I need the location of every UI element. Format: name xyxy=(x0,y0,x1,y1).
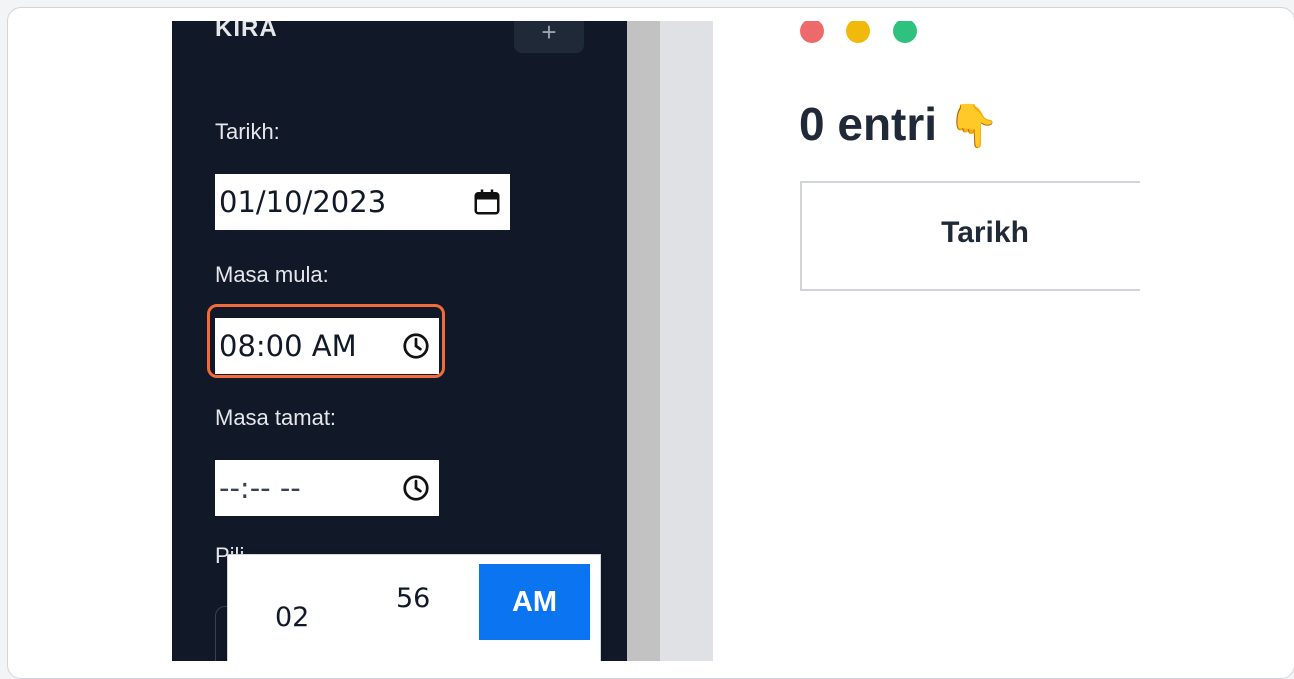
time-picker-dropdown: 02 56 57 AM PM xyxy=(227,554,601,661)
window-controls xyxy=(800,21,935,48)
clock-icon[interactable] xyxy=(401,331,431,361)
entries-count: 0 entri xyxy=(799,98,938,150)
date-input[interactable]: 01/10/2023 xyxy=(215,174,510,230)
plus-icon: + xyxy=(541,21,557,47)
entries-heading: 0 entri 👇 xyxy=(799,97,999,151)
start-time-input[interactable]: 08:00 AM xyxy=(215,318,439,374)
clock-icon[interactable] xyxy=(401,473,431,503)
sidebar: KIRA + Tarikh: 01/10/2023 Masa mula: 08:… xyxy=(172,21,627,661)
start-time-value: 08:00 AM xyxy=(219,329,357,363)
red-dot-icon xyxy=(800,21,824,43)
pointing-down-icon: 👇 xyxy=(947,102,1000,149)
minute-option[interactable]: 56 xyxy=(396,583,430,614)
hour-option[interactable]: 02 xyxy=(275,602,309,633)
date-value: 01/10/2023 xyxy=(219,185,387,219)
scrollbar-track[interactable] xyxy=(627,21,660,661)
app-viewport: KIRA + Tarikh: 01/10/2023 Masa mula: 08:… xyxy=(172,21,1292,661)
add-button[interactable]: + xyxy=(514,21,584,53)
start-time-label: Masa mula: xyxy=(215,262,329,287)
end-time-label: Masa tamat: xyxy=(215,405,337,430)
panel-divider xyxy=(660,21,713,661)
period-option-selected[interactable]: AM xyxy=(479,564,590,640)
calendar-icon[interactable] xyxy=(472,187,502,217)
end-time-input[interactable]: --:-- -- xyxy=(215,460,439,516)
table-header-date[interactable]: Tarikh xyxy=(802,183,1168,283)
green-dot-icon xyxy=(892,21,917,43)
end-time-value: --:-- -- xyxy=(219,471,301,505)
date-label: Tarikh: xyxy=(215,119,280,144)
minute-option-next[interactable]: 57 xyxy=(396,657,430,661)
period-option-next[interactable]: PM xyxy=(511,659,551,661)
sidebar-title: KIRA xyxy=(215,21,278,42)
screenshot-frame: KIRA + Tarikh: 01/10/2023 Masa mula: 08:… xyxy=(7,7,1294,679)
entries-table: Tarikh xyxy=(800,181,1140,291)
yellow-dot-icon xyxy=(846,21,871,43)
